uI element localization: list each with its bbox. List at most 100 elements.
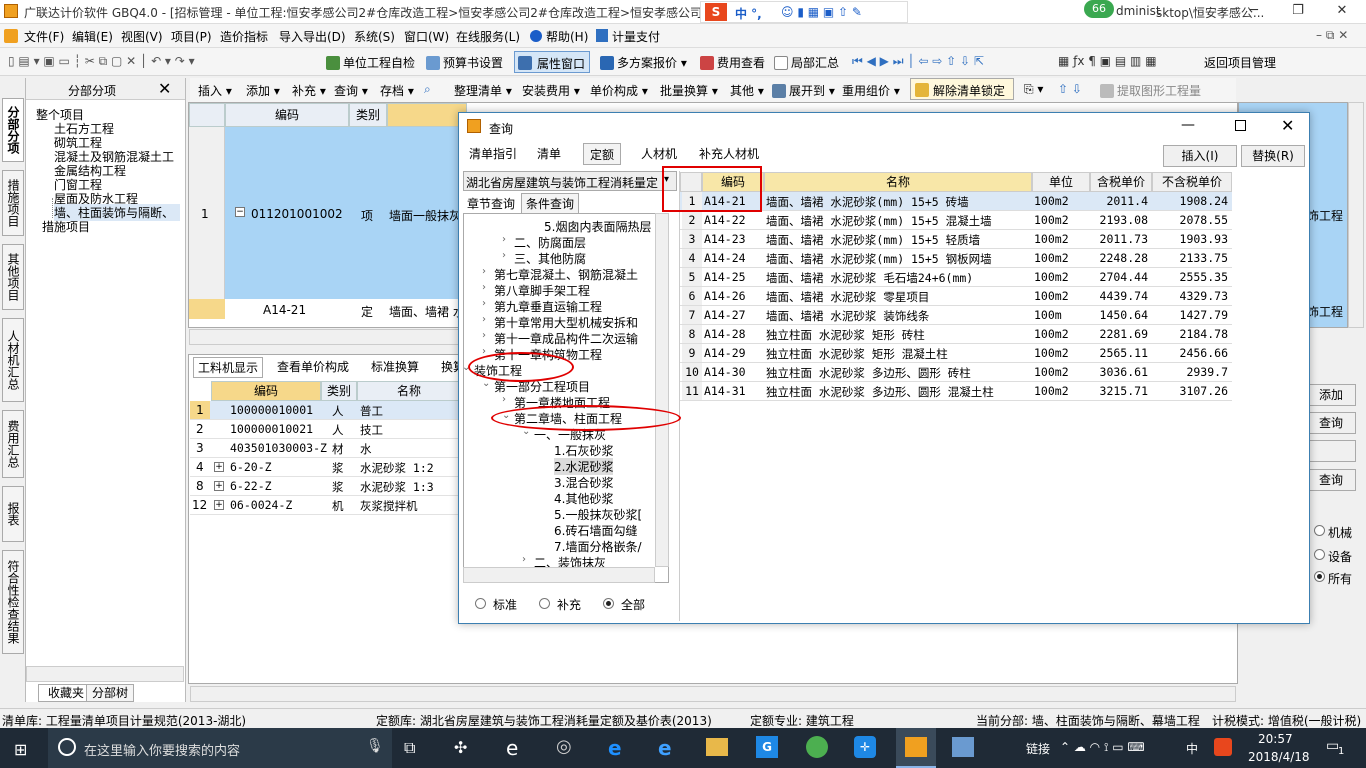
return-project-button[interactable]: 返回项目管理 — [1204, 54, 1276, 71]
tab-view-price[interactable]: 查看单价构成 — [277, 358, 349, 375]
vtab-labor-material[interactable]: 人材机汇总 — [2, 318, 24, 402]
tree-node[interactable]: 3.混合砂浆 — [554, 474, 613, 491]
paint-icon[interactable]: ⎘ ▾ — [1024, 82, 1043, 97]
reuse-price-button[interactable]: 重用组价 ▾ — [842, 82, 900, 99]
dialog-maximize-button[interactable] — [1235, 120, 1246, 131]
insert-button[interactable]: 插入(I) — [1163, 145, 1237, 167]
search-box[interactable]: 在这里输入你要搜索的内容 🎙 — [48, 728, 392, 768]
green-app-icon[interactable] — [806, 736, 828, 758]
tree-vscrollbar[interactable] — [655, 213, 669, 567]
tree-node[interactable]: 7.墙面分格嵌条/ — [554, 538, 642, 555]
quota-row[interactable]: 6 A14-26 墙面、墙裙 水泥砂浆 零星项目 100m2 4439.74 4329.7… — [680, 287, 1232, 306]
link-label[interactable]: 链接 — [1026, 740, 1050, 757]
spiral-icon[interactable]: ◎ — [556, 736, 572, 757]
menu-view[interactable]: 视图(V) — [121, 28, 163, 45]
ime-toolbar[interactable]: S 中 °, ☺ ▮ ▦ ▣ ⇧ ✎ — [700, 1, 908, 23]
expand-arrow-icon[interactable]: ⌄ — [482, 378, 490, 389]
mic-icon[interactable]: 🎙 — [366, 738, 384, 754]
folder-icon[interactable] — [706, 738, 728, 756]
tree-node[interactable]: 三、其他防腐 — [514, 250, 586, 267]
organize-list-button[interactable]: 整理清单 ▾ — [454, 82, 512, 99]
tree-node[interactable]: 5.一般抹灰砂浆[ — [554, 506, 642, 523]
tray-icons[interactable]: ⌃ ☁ ◠ ⟟ ▭ ⌨ — [1060, 740, 1145, 755]
radio-all[interactable]: 所有 — [1314, 568, 1364, 588]
partial-total-button[interactable]: 局部汇总 — [774, 54, 839, 71]
tree-item[interactable]: 措施项目 — [42, 218, 90, 235]
quota-row[interactable]: 5 A14-25 墙面、墙裙 水泥砂浆 毛石墙24+6(mm) 100m2 2704.4… — [680, 268, 1232, 287]
expand-arrow-icon[interactable]: › — [482, 266, 486, 277]
tree-hscrollbar[interactable] — [463, 567, 655, 583]
radio-supplement[interactable]: 补充 — [537, 595, 597, 613]
dlg-tab-quota[interactable]: 定额 — [583, 143, 622, 165]
vtab-measures[interactable]: 措施项目 — [2, 170, 24, 236]
unlock-list-button[interactable]: 解除清单锁定 — [910, 78, 1014, 100]
dialog-minimize-button[interactable]: — — [1181, 117, 1195, 133]
budget-settings-button[interactable]: 预算书设置 — [426, 54, 503, 71]
lower-row[interactable]: 4 + 6-20-Z 浆 水泥砂浆 1:2 — [190, 458, 460, 477]
quota-row[interactable]: 10 A14-30 独立柱面 水泥砂浆 多边形、圆形 砖柱 100m2 3036.61 2… — [680, 363, 1232, 382]
vtab-compliance[interactable]: 符合性检查结果 — [2, 550, 24, 654]
lang-indicator[interactable]: 中 — [1186, 740, 1198, 757]
quota-library-select[interactable]: 湖北省房屋建筑与装饰工程消耗量定 ▾ — [463, 171, 677, 191]
tree-node[interactable]: 第七章混凝土、钢筋混凝土 — [494, 266, 638, 283]
tree-node[interactable]: 2.水泥砂浆 — [554, 458, 614, 475]
row-name[interactable]: 墙面一般抹灰 — [389, 207, 461, 224]
extract-quantity-button[interactable]: 提取图形工程量 — [1100, 82, 1201, 99]
add-item-button[interactable]: 添加 — [1306, 384, 1356, 406]
close-button[interactable]: ✕ — [1320, 0, 1364, 24]
menu-edit[interactable]: 编辑(E) — [72, 28, 113, 45]
quota-row[interactable]: 3 A14-23 墙面、墙裙 水泥砂浆(mm) 15+5 轻质墙 100m2 2011.… — [680, 230, 1232, 249]
menu-import-export[interactable]: 导入导出(D) — [279, 28, 346, 45]
dlg-tab-list-guide[interactable]: 清单指引 — [463, 143, 523, 165]
tab-standard-convert[interactable]: 标准换算 — [371, 358, 419, 375]
menu-system[interactable]: 系统(S) — [354, 28, 395, 45]
expand-arrow-icon[interactable]: › — [482, 330, 486, 341]
expand-arrow-icon[interactable]: › — [502, 250, 506, 261]
blank-button[interactable] — [1306, 440, 1356, 462]
notification-badge[interactable]: 66 — [1084, 0, 1114, 18]
batch-convert-button[interactable]: 批量换算 ▾ — [660, 82, 718, 99]
maximize-button[interactable]: ❐ — [1276, 0, 1320, 24]
multi-plan-button[interactable]: 多方案报价 ▾ — [600, 54, 687, 71]
expand-arrow-icon[interactable]: › — [502, 394, 506, 405]
clock-time[interactable]: 20:57 — [1258, 732, 1293, 746]
quota-row[interactable]: 7 A14-27 墙面、墙裙 水泥砂浆 装饰线条 100m 1450.64 1427.79 — [680, 306, 1232, 325]
property-window-button[interactable]: 属性窗口 — [514, 51, 590, 73]
add-button[interactable]: 添加 ▾ — [246, 82, 280, 99]
radio-standard[interactable]: 标准 — [473, 595, 533, 613]
subtab-condition-query[interactable]: 条件查询 — [521, 193, 580, 214]
tree-node[interactable]: 1.石灰砂浆 — [554, 442, 613, 459]
quota-row[interactable]: 1 A14-21 墙面、墙裙 水泥砂浆(mm) 15+5 砖墙 100m2 2011.4… — [680, 192, 1232, 211]
grid-vscrollbar[interactable] — [1348, 102, 1364, 328]
gbq-taskbar-item[interactable] — [896, 728, 936, 768]
blue-app-icon[interactable]: ✛ — [854, 736, 876, 758]
install-fee-button[interactable]: 安装费用 ▾ — [522, 82, 580, 99]
dialog-close-button[interactable]: ✕ — [1281, 116, 1294, 135]
expand-icon[interactable]: + — [214, 500, 224, 510]
ime-tools-icon[interactable]: ☺ ▮ ▦ ▣ ⇧ ✎ — [781, 5, 862, 19]
lower-row[interactable]: 3 403501030003-Z 材 水 — [190, 439, 460, 458]
edge-icon[interactable]: e — [608, 736, 622, 760]
tree-node[interactable]: 第十章常用大型机械安拆和 — [494, 314, 638, 331]
subtab-chapter-query[interactable]: 章节查询 — [467, 195, 515, 212]
vtab-fee-summary[interactable]: 费用汇总 — [2, 410, 24, 478]
dlg-tab-list[interactable]: 清单 — [531, 143, 567, 165]
menu-measure-pay[interactable]: 计量支付 — [612, 28, 660, 45]
tree-node[interactable]: 二、防腐面层 — [514, 234, 586, 251]
fee-view-button[interactable]: 费用查看 — [700, 54, 765, 71]
menu-help[interactable]: 帮助(H) — [546, 28, 588, 45]
menu-cost-index[interactable]: 造价指标 — [220, 28, 268, 45]
expand-arrow-icon[interactable]: › — [482, 314, 486, 325]
menu-file[interactable]: 文件(F) — [24, 28, 64, 45]
dlg-tab-labor[interactable]: 人材机 — [635, 143, 683, 165]
tree-node[interactable]: 第九章垂直运输工程 — [494, 298, 602, 315]
lower-row[interactable]: 12 + 06-0024-Z 机 灰浆搅拌机 — [190, 496, 460, 515]
clock-date[interactable]: 2018/4/18 — [1248, 750, 1310, 764]
expand-arrow-icon[interactable]: › — [522, 554, 526, 565]
toolbar-misc-icons[interactable]: ▦ ƒx ¶ ▣ ▤ ▥ ▦ — [1058, 54, 1157, 68]
sogou-tray-icon[interactable] — [1214, 738, 1232, 756]
quota-row[interactable]: 9 A14-29 独立柱面 水泥砂浆 矩形 混凝土柱 100m2 2565.11 2456… — [680, 344, 1232, 363]
toolbar-file-icons[interactable]: ▯ ▤ ▾ ▣ ▭ ┆ ✂ ⧉ ▢ ✕ │ ↶ ▾ ↷ ▾ — [8, 54, 195, 69]
vtab-other-items[interactable]: 其他项目 — [2, 244, 24, 310]
lower-row[interactable]: 2 100000010021 人 技工 — [190, 420, 460, 439]
